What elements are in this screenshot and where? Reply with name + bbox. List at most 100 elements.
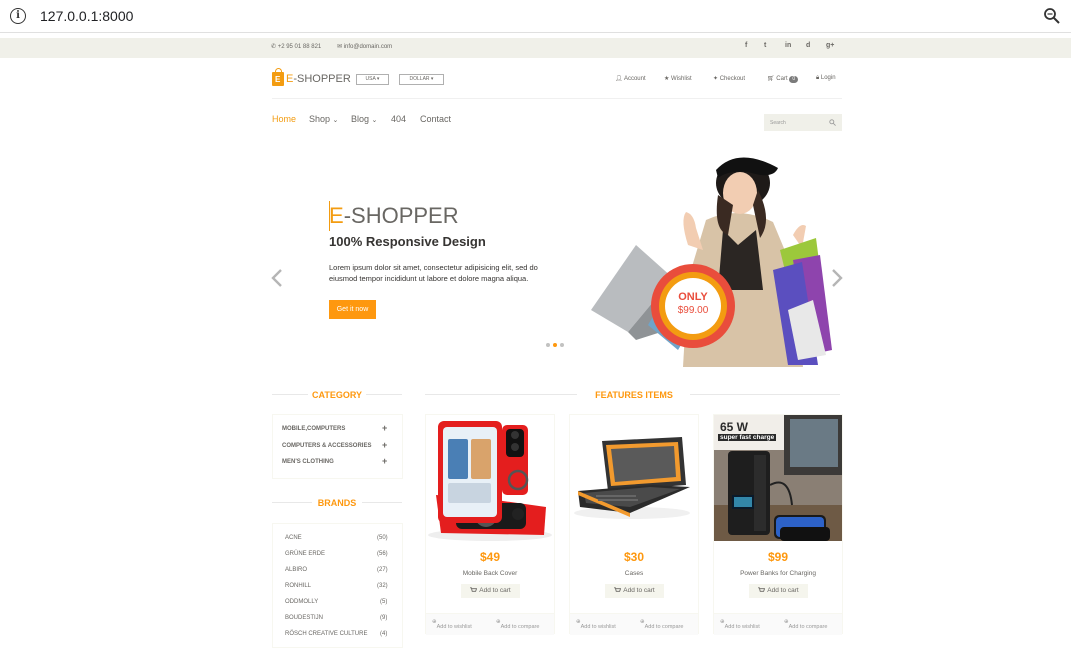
product-footer: ⊕ Add to wishlist ⊕ Add to compare (426, 613, 554, 635)
account-link[interactable]: 👤︎ Account (615, 75, 646, 82)
nav-contact[interactable]: Contact (420, 114, 451, 124)
search-placeholder: Search (770, 120, 786, 126)
divider-line (425, 394, 577, 395)
add-to-wishlist-link[interactable]: ⊕ Add to wishlist (720, 619, 760, 630)
divider-line (362, 502, 402, 503)
brand-count: (56) (377, 551, 388, 557)
add-to-compare-link[interactable]: ⊕ Add to compare (640, 619, 683, 630)
divider-line (272, 394, 308, 395)
product-name: Mobile Back Cover (462, 570, 518, 577)
product-price: $30 (623, 550, 645, 564)
search-input[interactable]: Search (764, 114, 842, 131)
header-topbar: ✆ +2 95 01 88 821 ✉ info@domain.com f t … (0, 38, 1071, 58)
brand-count: (4) (380, 631, 388, 637)
badge-only-label: ONLY (678, 291, 708, 303)
product-footer: ⊕ Add to wishlist ⊕ Add to compare (714, 613, 842, 635)
shopping-bag-icon: E (272, 68, 284, 86)
slider-dot[interactable] (546, 343, 550, 347)
site-info-icon[interactable]: i (10, 8, 26, 24)
plus-icon[interactable]: + (382, 456, 387, 466)
brand-item[interactable]: BOUDESTIJN (285, 615, 323, 621)
slider-prev-arrow-icon[interactable] (270, 268, 284, 288)
product-card: $30 Cases Add to cart ⊕ Add to wishlist … (569, 414, 699, 635)
chevron-down-icon: ⌄ (371, 117, 378, 124)
product-name: Cases (624, 570, 644, 577)
slider-description: Lorem ipsum dolor sit amet, consectetur … (329, 263, 538, 283)
logo-text: -SHOPPER (293, 73, 351, 85)
google-plus-icon[interactable]: g+ (826, 42, 834, 49)
power-bank-fast-charge-label: super fast charge (718, 434, 777, 441)
slider-indicators (546, 343, 564, 347)
slider-title: E-SHOPPER (329, 203, 459, 228)
badge-price-label: $99.00 (677, 305, 709, 316)
divider-line (366, 394, 402, 395)
plus-icon[interactable]: + (382, 423, 387, 433)
nav-404[interactable]: 404 (391, 114, 406, 124)
laptop-case-image (570, 415, 698, 541)
brands-title: BRANDS (317, 498, 357, 508)
chevron-down-icon: ⌄ (332, 117, 339, 124)
plus-icon[interactable]: + (382, 440, 387, 450)
divider-line (272, 502, 312, 503)
features-title: FEATURES ITEMS (595, 390, 673, 400)
power-bank-watts-label: 65 W (720, 420, 749, 434)
brand-count: (50) (377, 535, 388, 541)
brand-count: (9) (380, 615, 388, 621)
cart-icon (614, 587, 622, 592)
category-mobile-computers[interactable]: MOBILE,COMPUTERS (282, 426, 345, 432)
add-to-wishlist-link[interactable]: ⊕ Add to wishlist (432, 619, 472, 630)
brand-count: (5) (380, 599, 388, 605)
product-footer: ⊕ Add to wishlist ⊕ Add to compare (570, 613, 698, 635)
nav-blog[interactable]: Blog ⌄ (351, 114, 377, 124)
brand-item[interactable]: RÖSCH CREATIVE CULTURE (285, 631, 367, 637)
add-to-cart-button[interactable]: Add to cart (461, 584, 520, 598)
add-to-cart-button[interactable]: Add to cart (605, 584, 664, 598)
add-to-compare-link[interactable]: ⊕ Add to compare (784, 619, 827, 630)
header-divider (272, 98, 842, 99)
address-bar[interactable]: 127.0.0.1:8000 (40, 8, 133, 24)
category-computers-accessories[interactable]: COMPUTERS & ACCESSORIES (282, 443, 371, 449)
wishlist-link[interactable]: ★ Wishlist (664, 75, 692, 82)
brand-count: (27) (377, 567, 388, 573)
cart-icon (470, 587, 478, 592)
site-logo[interactable]: E E-SHOPPER (272, 68, 351, 88)
zoom-icon[interactable] (1043, 7, 1061, 25)
checkout-link[interactable]: ✦ Checkout (713, 75, 745, 82)
nav-home[interactable]: Home (272, 114, 296, 124)
product-price: $49 (479, 550, 501, 564)
get-it-now-button[interactable]: Get it now (329, 300, 376, 319)
brand-item[interactable]: ODDMOLLY (285, 599, 318, 605)
add-to-compare-link[interactable]: ⊕ Add to compare (496, 619, 539, 630)
nav-shop[interactable]: Shop ⌄ (309, 114, 338, 124)
cart-count-badge: 0 (789, 76, 799, 83)
product-card: $49 Mobile Back Cover Add to cart ⊕ Add … (425, 414, 555, 635)
add-to-wishlist-link[interactable]: ⊕ Add to wishlist (576, 619, 616, 630)
product-price: $99 (767, 550, 789, 564)
linkedin-icon[interactable]: in (785, 42, 791, 49)
phone-number: +2 95 01 88 821 (277, 44, 322, 50)
dribbble-icon[interactable]: d (806, 42, 810, 49)
brand-item[interactable]: ALBIRO (285, 567, 307, 573)
slider-dot-active[interactable] (553, 343, 557, 347)
product-name: Power Banks for Charging (740, 570, 816, 577)
cart-link[interactable]: 🛒︎ Cart 0 (767, 75, 799, 83)
add-to-cart-button[interactable]: Add to cart (749, 584, 808, 598)
brand-item[interactable]: RONHILL (285, 583, 311, 589)
category-mens-clothing[interactable]: MEN'S CLOTHING (282, 459, 334, 465)
browser-toolbar: i 127.0.0.1:8000 (0, 0, 1071, 33)
cart-icon (758, 587, 766, 592)
facebook-icon[interactable]: f (745, 42, 747, 49)
category-title: CATEGORY (311, 390, 362, 400)
login-link[interactable]: 🔒︎ Login (816, 75, 836, 82)
slider-dot[interactable] (560, 343, 564, 347)
currency-dropdown[interactable]: DOLLAR ▾ (399, 74, 444, 85)
slider-subtitle: 100% Responsive Design (329, 234, 486, 249)
email-address: info@domain.com (343, 44, 393, 50)
brand-item[interactable]: GRÜNE ERDE (285, 551, 325, 557)
country-dropdown[interactable]: USA ▾ (356, 74, 389, 85)
email-contact[interactable]: ✉ info@domain.com (337, 43, 392, 50)
phone-contact[interactable]: ✆ +2 95 01 88 821 (271, 43, 321, 50)
twitter-icon[interactable]: t (764, 42, 766, 49)
brand-item[interactable]: ACNE (285, 535, 302, 541)
brand-count: (32) (377, 583, 388, 589)
